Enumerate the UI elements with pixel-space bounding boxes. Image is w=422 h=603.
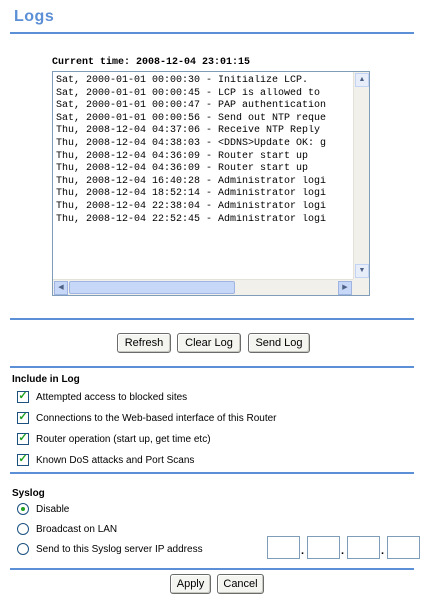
checkbox[interactable]: ✓ xyxy=(17,453,29,466)
include-option-label: Connections to the Web-based interface o… xyxy=(36,412,277,424)
check-icon: ✓ xyxy=(18,411,28,423)
down-arrow-icon[interactable]: ▼ xyxy=(355,264,369,278)
check-icon: ✓ xyxy=(18,453,28,465)
radio-dot-icon xyxy=(21,507,25,511)
syslog-option-label: Broadcast on LAN xyxy=(36,523,118,535)
page-title: Logs xyxy=(14,8,55,25)
scrollbar-corner xyxy=(353,279,369,295)
include-option-label: Attempted access to blocked sites xyxy=(36,391,188,403)
syslog-option-label: Send to this Syslog server IP address xyxy=(36,543,203,555)
right-arrow-icon[interactable]: ▶ xyxy=(338,281,352,295)
ip-octet-3-input[interactable] xyxy=(347,536,380,559)
divider-mid2 xyxy=(10,366,414,368)
log-line: Sat, 2000-01-01 00:00:56 - Send out NTP … xyxy=(56,112,327,124)
ip-dot: . xyxy=(341,545,345,557)
log-line: Thu, 2008-12-04 18:52:14 - Administrator… xyxy=(56,188,327,200)
ip-dot: . xyxy=(381,545,385,557)
checkbox[interactable]: ✓ xyxy=(17,411,29,424)
radio-button[interactable] xyxy=(17,523,29,535)
include-option-label: Router operation (start up, get time etc… xyxy=(36,433,211,445)
radio-button[interactable] xyxy=(17,543,29,555)
syslog-option-label: Disable xyxy=(36,503,70,515)
log-line: Thu, 2008-12-04 22:52:45 - Administrator… xyxy=(56,213,327,225)
divider-mid3 xyxy=(10,472,414,474)
log-line: Thu, 2008-12-04 04:36:09 - Router start … xyxy=(56,150,309,162)
log-line: Thu, 2008-12-04 04:36:09 - Router start … xyxy=(56,163,309,175)
log-line: Sat, 2000-01-01 00:00:45 - LCP is allowe… xyxy=(56,87,321,99)
apply-button[interactable]: Apply xyxy=(170,574,211,594)
divider-mid1 xyxy=(10,318,414,320)
include-option-dos-attacks[interactable]: ✓ Known DoS attacks and Port Scans xyxy=(17,453,194,467)
log-line: Sat, 2000-01-01 00:00:30 - Initialize LC… xyxy=(56,75,309,86)
include-section-title: Include in Log xyxy=(12,374,80,385)
include-option-router-operation[interactable]: ✓ Router operation (start up, get time e… xyxy=(17,432,211,446)
ip-octet-1-input[interactable] xyxy=(267,536,300,559)
scrollbar-thumb[interactable] xyxy=(69,281,235,294)
clear-log-button[interactable]: Clear Log xyxy=(177,333,241,353)
syslog-option-send-to-server[interactable]: Send to this Syslog server IP address xyxy=(17,542,203,556)
log-lines: Sat, 2000-01-01 00:00:30 - Initialize LC… xyxy=(56,75,353,226)
left-arrow-icon[interactable]: ◀ xyxy=(54,281,68,295)
ip-octet-2-input[interactable] xyxy=(307,536,340,559)
syslog-section-title: Syslog xyxy=(12,488,45,499)
ip-octet-4-input[interactable] xyxy=(387,536,420,559)
horizontal-scrollbar[interactable]: ◀ ▶ xyxy=(53,279,353,295)
include-option-blocked-sites[interactable]: ✓ Attempted access to blocked sites xyxy=(17,390,187,404)
log-line: Thu, 2008-12-04 22:38:04 - Administrator… xyxy=(56,200,327,212)
refresh-button[interactable]: Refresh xyxy=(117,333,171,353)
radio-button[interactable] xyxy=(17,503,29,515)
cancel-button[interactable]: Cancel xyxy=(217,574,264,594)
vertical-scrollbar[interactable]: ▲ ▼ xyxy=(353,72,369,279)
checkbox[interactable]: ✓ xyxy=(17,432,29,445)
log-line: Thu, 2008-12-04 04:38:03 - <DDNS>Update … xyxy=(56,137,327,149)
log-line: Thu, 2008-12-04 16:40:28 - Administrator… xyxy=(56,175,327,187)
check-icon: ✓ xyxy=(18,390,28,402)
check-icon: ✓ xyxy=(18,432,28,444)
log-line: Thu, 2008-12-04 04:37:06 - Receive NTP R… xyxy=(56,125,321,137)
include-option-label: Known DoS attacks and Port Scans xyxy=(36,454,195,466)
syslog-option-broadcast[interactable]: Broadcast on LAN xyxy=(17,522,117,536)
checkbox[interactable]: ✓ xyxy=(17,390,29,403)
include-option-web-connections[interactable]: ✓ Connections to the Web-based interface… xyxy=(17,411,277,425)
up-arrow-icon[interactable]: ▲ xyxy=(355,73,369,87)
syslog-option-disable[interactable]: Disable xyxy=(17,502,69,516)
log-line: Sat, 2000-01-01 00:00:47 - PAP authentic… xyxy=(56,100,327,112)
divider-bottom xyxy=(10,568,414,570)
send-log-button[interactable]: Send Log xyxy=(248,333,310,353)
current-time: Current time: 2008-12-04 23:01:15 xyxy=(52,57,251,68)
divider-top xyxy=(10,32,414,34)
ip-dot: . xyxy=(301,545,305,557)
log-box[interactable]: Sat, 2000-01-01 00:00:30 - Initialize LC… xyxy=(52,71,370,296)
